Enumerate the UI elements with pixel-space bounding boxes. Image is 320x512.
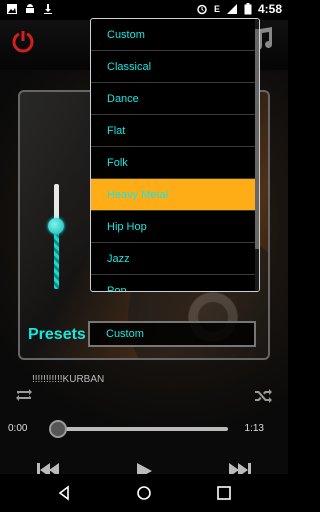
recent-apps-icon[interactable] xyxy=(216,485,232,501)
power-icon[interactable] xyxy=(10,28,36,54)
alarm-icon xyxy=(197,4,207,15)
presets-spinner[interactable]: Custom xyxy=(88,321,256,347)
equalizer-slider-fill xyxy=(54,225,59,289)
status-bar: E 4:58 xyxy=(0,0,288,20)
preset-option-heavy-metal[interactable]: Heavy Metal xyxy=(91,179,259,211)
data-indicator: E xyxy=(213,4,220,14)
previous-icon[interactable] xyxy=(36,462,60,474)
android-icon xyxy=(26,4,34,13)
shuffle-icon[interactable] xyxy=(254,387,274,403)
navigation-bar xyxy=(0,474,288,512)
preset-option-folk[interactable]: Folk xyxy=(91,147,259,179)
preset-dropdown: Custom Classical Dance Flat Folk Heavy M… xyxy=(90,18,260,292)
preset-option-flat[interactable]: Flat xyxy=(91,115,259,147)
play-icon[interactable] xyxy=(134,461,154,474)
status-time: 4:58 xyxy=(257,2,282,16)
preset-option-jazz[interactable]: Jazz xyxy=(91,243,259,275)
time-total: 1:13 xyxy=(244,423,264,434)
preset-option-classical[interactable]: Classical xyxy=(91,51,259,83)
preset-option-dance[interactable]: Dance xyxy=(91,83,259,115)
download-icon xyxy=(44,4,52,14)
transport-controls xyxy=(0,450,288,474)
gallery-icon xyxy=(7,4,17,14)
back-icon[interactable] xyxy=(56,485,72,501)
preset-option-pop[interactable]: Pop xyxy=(91,275,259,291)
preset-option-hip-hop[interactable]: Hip Hop xyxy=(91,211,259,243)
status-right-icons: E 4:58 xyxy=(196,2,282,16)
dropdown-scrollbar-thumb[interactable] xyxy=(255,29,259,249)
battery-icon xyxy=(244,3,252,15)
progress-knob[interactable] xyxy=(49,420,67,438)
repeat-icon[interactable] xyxy=(14,387,34,403)
progress-track[interactable] xyxy=(52,427,228,431)
signal-icon xyxy=(226,4,237,14)
next-icon[interactable] xyxy=(228,462,252,474)
track-title: !!!!!!!!!!!KURBAN xyxy=(32,374,105,385)
presets-label: Presets xyxy=(28,326,86,343)
status-left-icons xyxy=(6,3,54,15)
time-elapsed: 0:00 xyxy=(8,423,28,434)
equalizer-slider-knob[interactable] xyxy=(48,218,64,234)
home-icon[interactable] xyxy=(136,485,152,501)
preset-option-custom[interactable]: Custom xyxy=(91,19,259,51)
dropdown-scrollbar[interactable] xyxy=(255,19,259,291)
